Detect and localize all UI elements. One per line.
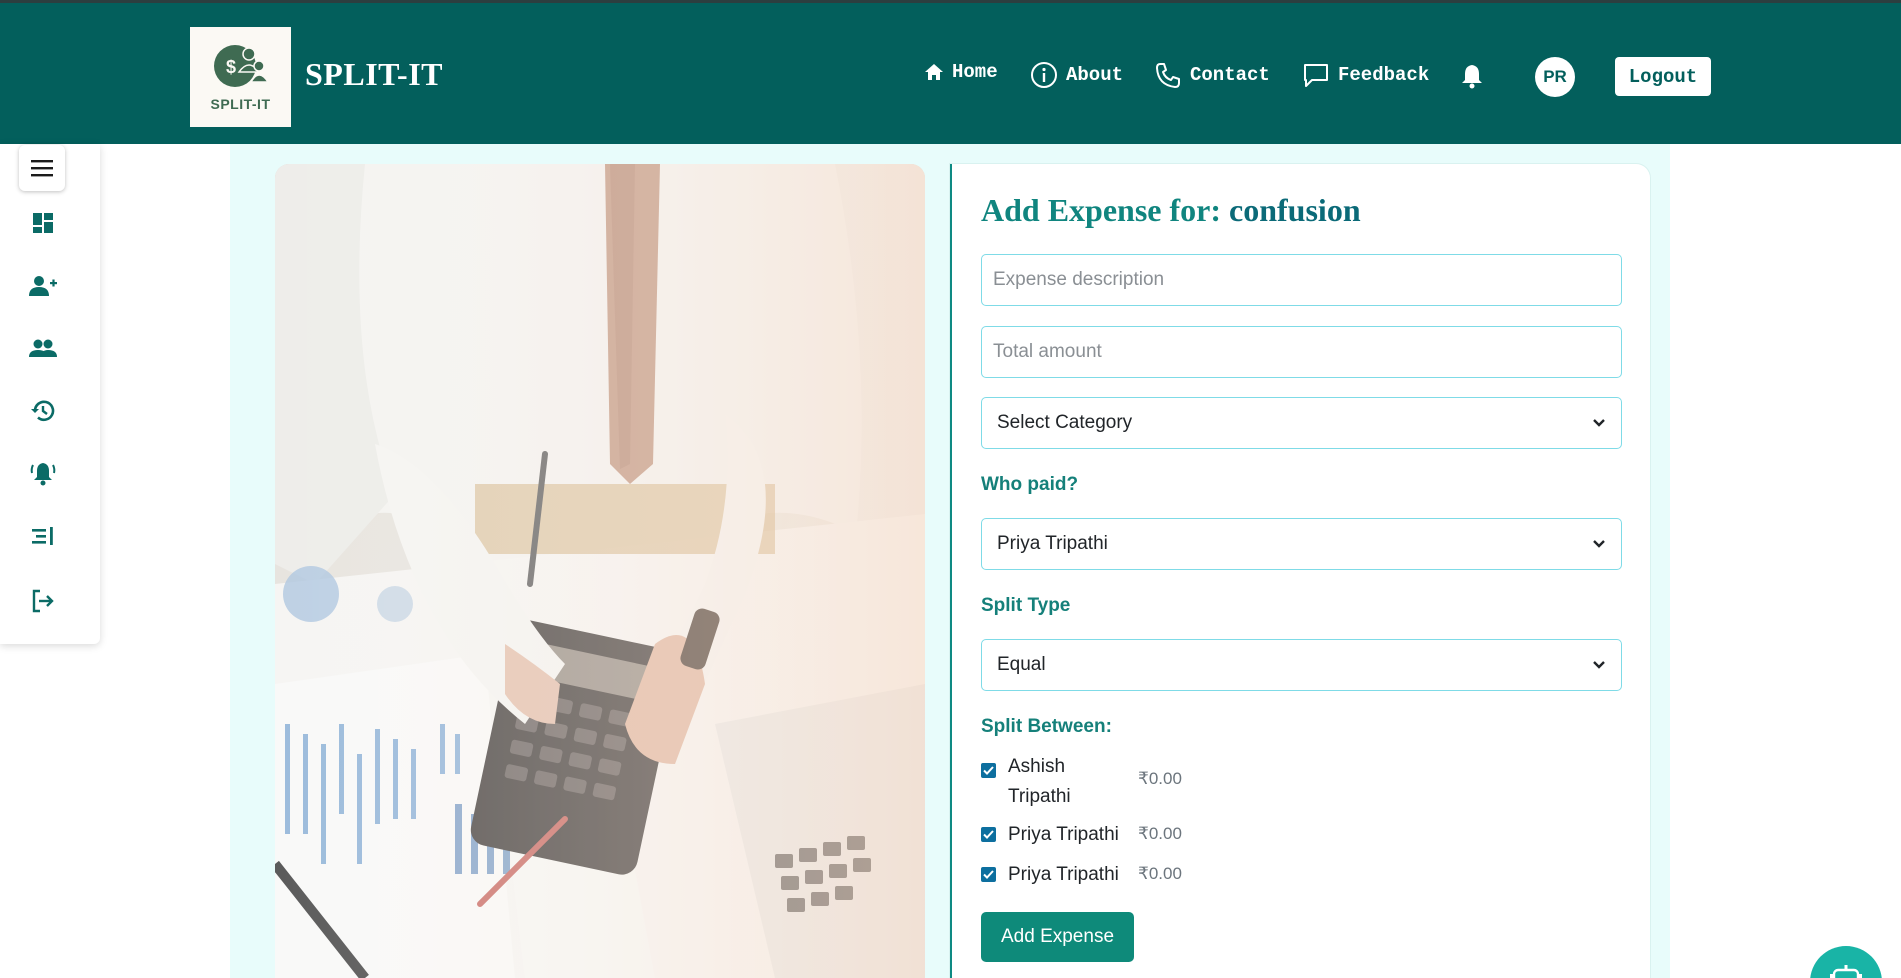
member-share-amount: ₹0.00: [1138, 824, 1182, 843]
nav-home-label: Home: [952, 61, 998, 83]
nav-feedback-label: Feedback: [1338, 64, 1430, 86]
add-expense-button[interactable]: Add Expense: [981, 912, 1134, 962]
sidebar-toggle[interactable]: [19, 145, 65, 191]
sidebar-item-collapse[interactable]: [26, 519, 60, 553]
home-icon: [925, 64, 943, 80]
bell-icon: [1462, 65, 1482, 89]
member-name-line2: Tripathi: [1008, 786, 1071, 807]
expense-description-input[interactable]: [981, 254, 1622, 306]
nav-contact-label: Contact: [1190, 64, 1270, 86]
split-member-row: Ashish Tripathi ₹0.00: [981, 752, 1182, 812]
logout-icon: [32, 589, 54, 613]
sidebar-item-dashboard[interactable]: [26, 206, 60, 240]
logo-text: SPLIT-IT: [210, 96, 271, 112]
logo-emblem-icon: $: [213, 42, 269, 92]
chat-icon: [1304, 64, 1328, 87]
member-checkbox[interactable]: [981, 763, 996, 778]
category-select[interactable]: Select Category: [981, 397, 1622, 449]
split-member-row: Priya Tripathi ₹0.00: [981, 860, 1182, 890]
nav-about-label: About: [1066, 64, 1124, 86]
sidebar-item-reminders[interactable]: [26, 456, 60, 490]
bot-icon: [1830, 965, 1862, 978]
sidebar-item-add-friend[interactable]: [26, 269, 60, 303]
top-navbar: $ SPLIT-IT SPLIT-IT Home About Contact F…: [0, 0, 1901, 144]
logo[interactable]: $ SPLIT-IT: [190, 27, 291, 127]
who-paid-label: Who paid?: [981, 474, 1079, 495]
title-prefix: Add Expense for:: [981, 192, 1230, 228]
member-checkbox[interactable]: [981, 867, 996, 882]
avatar[interactable]: PR: [1535, 57, 1575, 97]
member-name: Ashish Tripathi: [1008, 752, 1071, 812]
hero-image: [275, 164, 925, 978]
member-share-amount: ₹0.00: [1138, 769, 1182, 788]
member-checkbox[interactable]: [981, 827, 996, 842]
chatbot-fab[interactable]: [1810, 946, 1882, 978]
split-type-selected-value: Equal: [997, 654, 1046, 675]
sidebar-item-groups[interactable]: [26, 331, 60, 365]
notifications-bell[interactable]: [1460, 63, 1484, 94]
member-name: Priya Tripathi: [1008, 824, 1119, 845]
category-selected-value: Select Category: [997, 412, 1133, 433]
member-name-line1: Ashish: [1008, 756, 1066, 777]
chevron-down-icon: [1593, 661, 1605, 669]
nav-feedback[interactable]: Feedback: [1302, 61, 1429, 89]
svg-text:$: $: [226, 57, 236, 77]
history-icon: [31, 400, 55, 422]
split-between-label: Split Between:: [981, 716, 1112, 737]
who-paid-selected-value: Priya Tripathi: [997, 533, 1108, 554]
nav-contact[interactable]: Contact: [1154, 61, 1270, 89]
notifications-icon: [30, 463, 56, 486]
sidebar-item-logout[interactable]: [26, 584, 60, 618]
split-member-row: Priya Tripathi ₹0.00: [981, 820, 1182, 850]
who-paid-select[interactable]: Priya Tripathi: [981, 518, 1622, 570]
member-name: Priya Tripathi: [1008, 864, 1119, 885]
split-type-select[interactable]: Equal: [981, 639, 1622, 691]
member-share-amount: ₹0.00: [1138, 864, 1182, 883]
chevron-down-icon: [1593, 419, 1605, 427]
menu-icon: [31, 160, 53, 177]
phone-icon: [1156, 63, 1180, 88]
check-icon: [983, 870, 994, 879]
check-icon: [983, 830, 994, 839]
logout-button[interactable]: Logout: [1615, 57, 1711, 96]
group-icon: [29, 339, 57, 357]
add-expense-card: Add Expense for: confusion Select Catego…: [950, 164, 1650, 978]
add-user-icon: [29, 276, 57, 296]
sidebar: [0, 144, 100, 644]
nav-about[interactable]: About: [1030, 61, 1123, 89]
page-title: Add Expense for: confusion: [981, 192, 1361, 229]
split-type-label: Split Type: [981, 595, 1071, 616]
brand-name[interactable]: SPLIT-IT: [305, 56, 443, 93]
total-amount-input[interactable]: [981, 326, 1622, 378]
check-icon: [983, 766, 994, 775]
info-icon: [1031, 62, 1057, 88]
collapse-icon: [32, 527, 53, 545]
sidebar-item-history[interactable]: [26, 394, 60, 428]
dashboard-icon: [33, 213, 53, 233]
nav-home[interactable]: Home: [924, 61, 998, 83]
group-name: confusion: [1229, 192, 1361, 228]
chevron-down-icon: [1593, 540, 1605, 548]
